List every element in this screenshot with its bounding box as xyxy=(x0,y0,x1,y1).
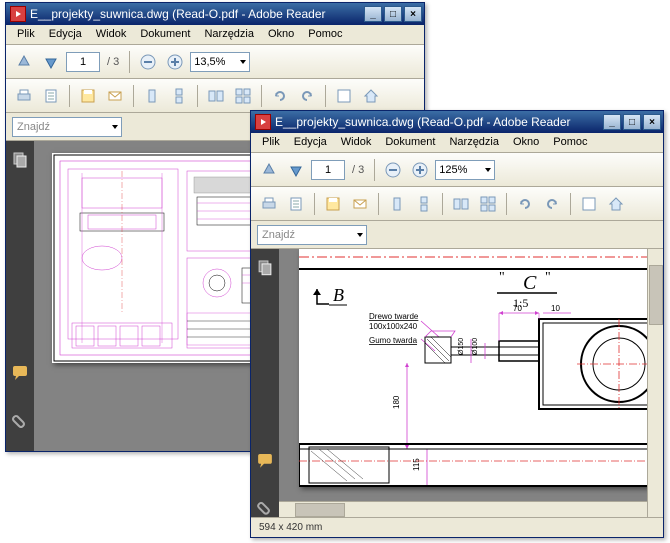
menu-document[interactable]: Dokument xyxy=(133,27,197,42)
rotate-cw-button[interactable] xyxy=(295,84,319,108)
minimize-button[interactable]: _ xyxy=(364,6,382,22)
zoom-out-button[interactable] xyxy=(136,50,160,74)
close-button[interactable]: × xyxy=(404,6,422,22)
menu-window[interactable]: Okno xyxy=(506,135,546,150)
window-title: E__projekty_suwnica.dwg (Read-O.pdf - Ad… xyxy=(30,7,364,21)
svg-text:70: 70 xyxy=(513,304,522,313)
svg-text:Gumo twarda: Gumo twarda xyxy=(369,336,418,345)
document-area[interactable]: B " C " 1:5 Drewo twarde 100x100x240 Gum… xyxy=(279,249,663,517)
svg-text:": " xyxy=(499,270,505,285)
maximize-button[interactable]: □ xyxy=(384,6,402,22)
page-total: / 3 xyxy=(103,56,123,68)
comments-panel-icon[interactable] xyxy=(11,364,29,382)
zoom-in-button[interactable] xyxy=(408,158,432,182)
svg-text:115: 115 xyxy=(412,458,421,471)
zoom-select[interactable]: 125% xyxy=(435,160,495,180)
menu-view[interactable]: Widok xyxy=(334,135,379,150)
save-button[interactable] xyxy=(76,84,100,108)
save-button[interactable] xyxy=(321,192,345,216)
single-page-button[interactable] xyxy=(385,192,409,216)
pages-panel-icon[interactable] xyxy=(11,151,29,169)
menu-window[interactable]: Okno xyxy=(261,27,301,42)
prev-page-button[interactable] xyxy=(257,158,281,182)
home-button[interactable] xyxy=(359,84,383,108)
menu-help[interactable]: Pomoc xyxy=(301,27,349,42)
attachments-panel-icon[interactable] xyxy=(256,499,274,517)
rotate-ccw-button[interactable] xyxy=(513,192,537,216)
next-page-button[interactable] xyxy=(39,50,63,74)
page-input[interactable] xyxy=(66,52,100,72)
svg-text:C: C xyxy=(523,272,537,294)
menu-help[interactable]: Pomoc xyxy=(546,135,594,150)
comments-panel-icon[interactable] xyxy=(256,452,274,470)
fullscreen-button[interactable] xyxy=(332,84,356,108)
app-icon xyxy=(255,114,271,130)
home-button[interactable] xyxy=(604,192,628,216)
continuous-button[interactable] xyxy=(167,84,191,108)
print-button[interactable] xyxy=(257,192,281,216)
maximize-button[interactable]: □ xyxy=(623,114,641,130)
technical-drawing-detail: B " C " 1:5 Drewo twarde 100x100x240 Gum… xyxy=(299,249,649,487)
two-continuous-button[interactable] xyxy=(231,84,255,108)
pages-panel-icon[interactable] xyxy=(256,259,274,277)
menu-tools[interactable]: Narzędzia xyxy=(442,135,506,150)
svg-text:Drewo twarde: Drewo twarde xyxy=(369,312,419,321)
menu-edit[interactable]: Edycja xyxy=(287,135,334,150)
menu-view[interactable]: Widok xyxy=(89,27,134,42)
svg-text:B: B xyxy=(333,285,344,305)
rotate-ccw-button[interactable] xyxy=(268,84,292,108)
fullscreen-button[interactable] xyxy=(577,192,601,216)
attachments-panel-icon[interactable] xyxy=(11,412,29,430)
zoom-out-button[interactable] xyxy=(381,158,405,182)
find-input[interactable]: Znajdź xyxy=(257,225,367,245)
svg-text:100x100x240: 100x100x240 xyxy=(369,322,418,331)
svg-text:Ø150: Ø150 xyxy=(458,338,465,355)
two-continuous-button[interactable] xyxy=(476,192,500,216)
single-page-button[interactable] xyxy=(140,84,164,108)
email-button[interactable] xyxy=(103,84,127,108)
menu-edit[interactable]: Edycja xyxy=(42,27,89,42)
two-page-button[interactable] xyxy=(204,84,228,108)
continuous-button[interactable] xyxy=(412,192,436,216)
zoom-select[interactable]: 13,5% xyxy=(190,52,250,72)
prev-page-button[interactable] xyxy=(12,50,36,74)
menu-file[interactable]: Plik xyxy=(10,27,42,42)
app-icon xyxy=(10,6,26,22)
email-button[interactable] xyxy=(348,192,372,216)
menu-document[interactable]: Dokument xyxy=(378,135,442,150)
status-dimensions: 594 x 420 mm xyxy=(259,522,322,533)
fit-page-button[interactable] xyxy=(284,192,308,216)
page-input[interactable] xyxy=(311,160,345,180)
window-title: E__projekty_suwnica.dwg (Read-O.pdf - Ad… xyxy=(275,115,603,129)
rotate-cw-button[interactable] xyxy=(540,192,564,216)
vertical-scrollbar[interactable] xyxy=(647,249,663,517)
close-button[interactable]: × xyxy=(643,114,661,130)
print-button[interactable] xyxy=(12,84,36,108)
zoom-in-button[interactable] xyxy=(163,50,187,74)
svg-text:Ø100: Ø100 xyxy=(472,338,479,355)
horizontal-scrollbar[interactable] xyxy=(279,501,647,517)
svg-text:10: 10 xyxy=(551,304,560,313)
svg-text:180: 180 xyxy=(392,395,401,409)
fit-page-button[interactable] xyxy=(39,84,63,108)
minimize-button[interactable]: _ xyxy=(603,114,621,130)
next-page-button[interactable] xyxy=(284,158,308,182)
find-input[interactable]: Znajdź xyxy=(12,117,122,137)
two-page-button[interactable] xyxy=(449,192,473,216)
menu-tools[interactable]: Narzędzia xyxy=(197,27,261,42)
svg-text:": " xyxy=(545,270,551,285)
page-total: / 3 xyxy=(348,164,368,176)
menu-file[interactable]: Plik xyxy=(255,135,287,150)
